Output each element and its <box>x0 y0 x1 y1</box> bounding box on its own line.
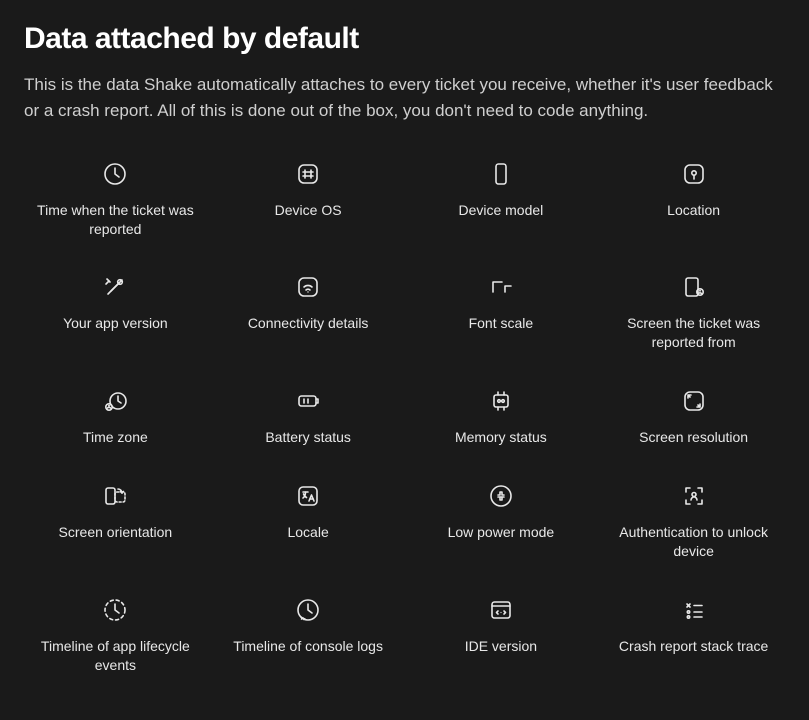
feature-item: Device OS <box>217 159 400 239</box>
feature-label: Font scale <box>469 314 534 333</box>
feature-label: Device OS <box>275 201 342 220</box>
feature-label: Timeline of app lifecycle events <box>30 637 200 675</box>
feature-item: Time when the ticket was reported <box>24 159 207 239</box>
clock-icon <box>100 159 130 189</box>
locale-icon <box>293 481 323 511</box>
feature-label: Crash report stack trace <box>619 637 768 656</box>
page-subtitle: This is the data Shake automatically att… <box>24 72 784 125</box>
wifi-icon <box>293 272 323 302</box>
feature-label: Screen resolution <box>639 428 748 447</box>
hash-icon <box>293 159 323 189</box>
feature-label: Screen the ticket was reported from <box>609 314 779 352</box>
tools-icon <box>100 272 130 302</box>
feature-label: Battery status <box>265 428 351 447</box>
feature-item: Crash report stack trace <box>602 595 785 675</box>
feature-label: IDE version <box>465 637 537 656</box>
feature-label: Time zone <box>83 428 148 447</box>
feature-item: Memory status <box>410 386 593 447</box>
page-title: Data attached by default <box>24 22 785 56</box>
orientation-icon <box>100 481 130 511</box>
feature-item: IDE version <box>410 595 593 675</box>
font-scale-icon <box>486 272 516 302</box>
lifecycle-icon <box>100 595 130 625</box>
feature-label: Authentication to unlock device <box>609 523 779 561</box>
feature-grid: Time when the ticket was reported Device … <box>24 159 785 675</box>
battery-icon <box>293 386 323 416</box>
feature-item: Your app version <box>24 272 207 352</box>
feature-label: Your app version <box>63 314 168 333</box>
feature-item: Timeline of console logs <box>217 595 400 675</box>
feature-item: Location <box>602 159 785 239</box>
feature-item: Low power mode <box>410 481 593 561</box>
stacktrace-icon <box>679 595 709 625</box>
feature-label: Connectivity details <box>248 314 369 333</box>
feature-label: Location <box>667 201 720 220</box>
feature-item: Authentication to unlock device <box>602 481 785 561</box>
device-icon <box>486 159 516 189</box>
auth-icon <box>679 481 709 511</box>
feature-label: Memory status <box>455 428 547 447</box>
feature-item: Screen orientation <box>24 481 207 561</box>
feature-item: Screen resolution <box>602 386 785 447</box>
feature-item: Connectivity details <box>217 272 400 352</box>
console-log-icon <box>293 595 323 625</box>
screen-report-icon <box>679 272 709 302</box>
feature-label: Locale <box>287 523 328 542</box>
feature-item: Timeline of app lifecycle events <box>24 595 207 675</box>
feature-label: Low power mode <box>448 523 555 542</box>
feature-item: Font scale <box>410 272 593 352</box>
resolution-icon <box>679 386 709 416</box>
feature-item: Screen the ticket was reported from <box>602 272 785 352</box>
ide-icon <box>486 595 516 625</box>
timezone-icon <box>100 386 130 416</box>
feature-label: Screen orientation <box>59 523 173 542</box>
memory-icon <box>486 386 516 416</box>
pin-icon <box>679 159 709 189</box>
low-power-icon <box>486 481 516 511</box>
feature-label: Time when the ticket was reported <box>30 201 200 239</box>
feature-item: Battery status <box>217 386 400 447</box>
feature-label: Timeline of console logs <box>233 637 383 656</box>
feature-item: Locale <box>217 481 400 561</box>
feature-item: Time zone <box>24 386 207 447</box>
feature-label: Device model <box>458 201 543 220</box>
feature-item: Device model <box>410 159 593 239</box>
